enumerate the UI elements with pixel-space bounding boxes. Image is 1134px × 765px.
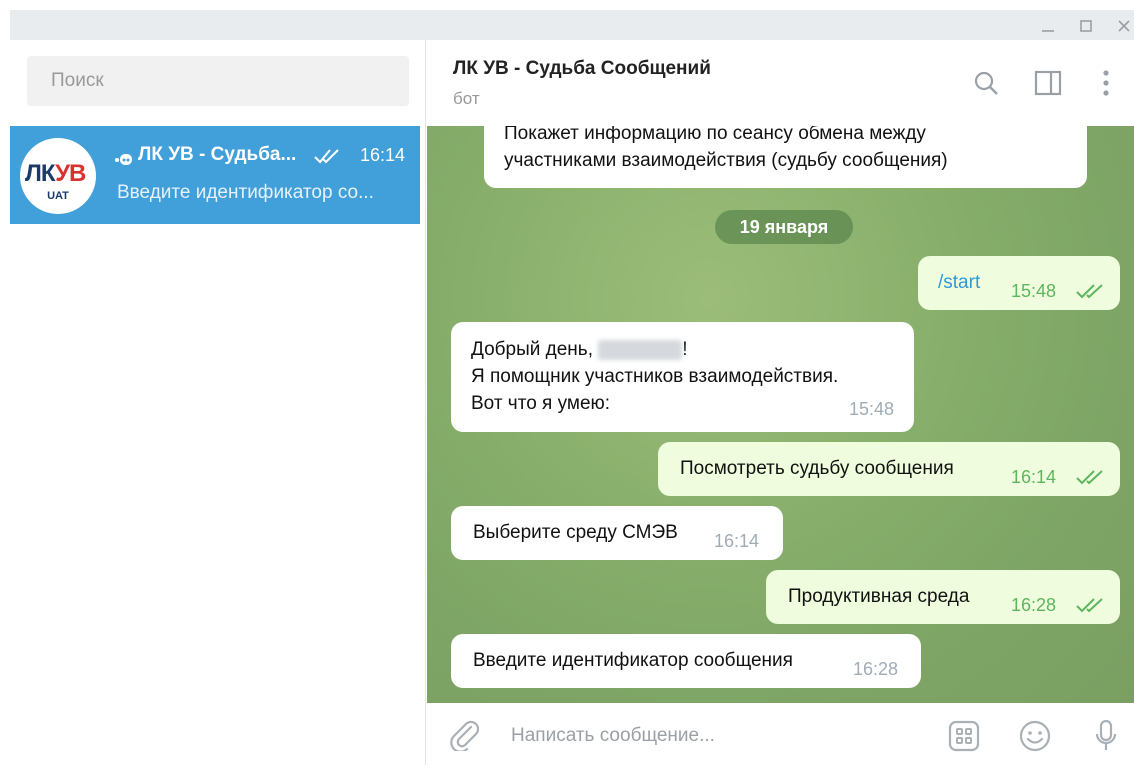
message-time: 16:14	[1011, 467, 1057, 487]
double-check-icon	[314, 148, 340, 169]
message-text: Посмотреть судьбу сообщения	[680, 458, 954, 479]
message-bubble-incoming: Выберите среду СМЭВ 16:14	[451, 506, 783, 560]
command-link[interactable]: /start	[938, 269, 980, 296]
double-check-icon	[1076, 280, 1106, 307]
avatar-logo: ЛКУВ	[25, 160, 86, 187]
message-list[interactable]: Покажет информацию по сеансу обмена межд…	[427, 126, 1134, 703]
paperclip-icon[interactable]	[449, 717, 480, 756]
chat-header[interactable]: ЛК УВ - Судьба Сообщений бот	[427, 40, 1134, 126]
message-time: 15:48	[1011, 281, 1057, 301]
chat-title[interactable]: ЛК УВ - Судьба Сообщений	[453, 58, 711, 80]
search-icon[interactable]	[971, 68, 1001, 98]
message-input[interactable]	[511, 721, 931, 751]
message-bubble-outgoing: Продуктивная среда 16:28	[766, 570, 1120, 624]
emoji-icon[interactable]	[1018, 719, 1052, 753]
chat-subtitle: бот	[453, 89, 480, 108]
message-time: 15:48	[849, 399, 895, 419]
redacted-name	[598, 339, 683, 360]
message-time: 16:28	[1011, 595, 1057, 615]
message-bubble-outgoing: /start 15:48	[918, 256, 1120, 310]
chat-preview: Введите идентификатор со...	[117, 182, 374, 203]
message-bubble-incoming: Покажет информацию по сеансу обмена межд…	[484, 126, 1087, 188]
message-time: 16:28	[853, 659, 899, 679]
message-bubble-incoming: Введите идентификатор сообщения 16:28	[451, 634, 921, 688]
message-text: Вот что я умею:	[471, 393, 611, 414]
message-text: Продуктивная среда	[788, 586, 970, 607]
message-text: участниками взаимодействия (судьбу сообщ…	[504, 150, 948, 171]
sidebar: ЛКУВ UAT ЛК УВ - Судьба... 16:14 Введите…	[10, 40, 426, 765]
avatar: ЛКУВ UAT	[20, 138, 96, 214]
message-text: Введите идентификатор сообщения	[473, 650, 793, 671]
double-check-icon	[1076, 466, 1106, 493]
microphone-icon[interactable]	[1089, 719, 1123, 753]
message-composer	[427, 703, 1134, 765]
minimize-icon[interactable]	[1040, 18, 1056, 34]
message-bubble-incoming: Добрый день, ! Я помощник участников вза…	[451, 322, 914, 432]
chat-main: ЛК УВ - Судьба Сообщений бот Покажет инф…	[427, 40, 1134, 765]
close-icon[interactable]	[1116, 18, 1132, 34]
chat-list-item[interactable]: ЛКУВ UAT ЛК УВ - Судьба... 16:14 Введите…	[10, 126, 420, 224]
message-bubble-outgoing: Посмотреть судьбу сообщения 16:14	[658, 442, 1120, 496]
search-box[interactable]	[27, 56, 409, 106]
message-text: Выберите среду СМЭВ	[473, 522, 678, 543]
message-text: Покажет информацию по сеансу обмена межд…	[504, 126, 926, 144]
double-check-icon	[1076, 594, 1106, 621]
message-time: 16:14	[714, 531, 760, 551]
bot-icon	[114, 150, 134, 173]
search-input[interactable]	[27, 56, 409, 106]
date-separator: 19 января	[715, 210, 853, 244]
chat-name: ЛК УВ - Судьба...	[138, 144, 297, 165]
chat-time: 16:14	[360, 145, 406, 165]
message-text: Я помощник участников взаимодействия.	[471, 366, 839, 387]
sidebar-toggle-icon[interactable]	[1033, 68, 1063, 98]
maximize-icon[interactable]	[1078, 18, 1094, 34]
bot-commands-icon[interactable]	[947, 719, 981, 753]
more-options-icon[interactable]	[1091, 68, 1121, 98]
window-titlebar	[10, 10, 1134, 40]
message-text: Добрый день, !	[471, 339, 688, 360]
avatar-subtext: UAT	[47, 190, 69, 202]
